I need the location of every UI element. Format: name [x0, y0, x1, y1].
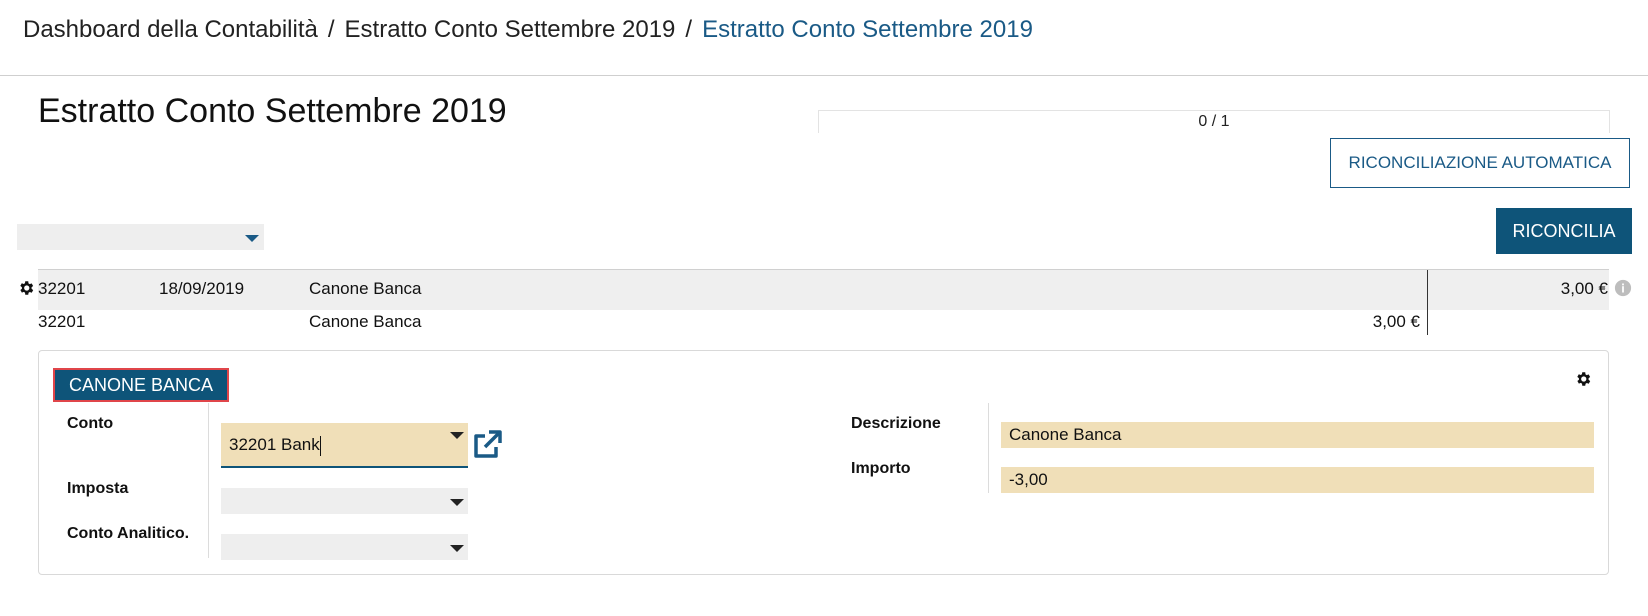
statement-account: 32201: [38, 279, 86, 298]
text-cursor: [319, 435, 321, 456]
field-divider: [208, 403, 209, 558]
imposta-label: Imposta: [67, 480, 129, 497]
panel-tag[interactable]: CANONE BANCA: [52, 368, 230, 402]
imposta-select[interactable]: [221, 488, 468, 514]
proposition-account: 32201: [38, 312, 86, 331]
proposition-amount: 3,00 €: [1372, 312, 1420, 331]
info-icon[interactable]: [1614, 279, 1632, 297]
conto-label: Conto: [67, 415, 114, 432]
external-link-icon[interactable]: [470, 428, 504, 462]
breadcrumb: Dashboard della Contabilità / Estratto C…: [23, 16, 1033, 44]
gear-icon[interactable]: [17, 279, 35, 297]
reconcile-button[interactable]: RICONCILIA: [1496, 208, 1632, 254]
conto-value: 32201 Bank: [229, 435, 320, 454]
gear-icon[interactable]: [1574, 370, 1592, 388]
caret-down-icon: [245, 235, 259, 242]
caret-down-icon: [450, 499, 464, 506]
descrizione-label: Descrizione: [851, 415, 941, 432]
conto-analitico-select[interactable]: [221, 534, 468, 560]
auto-reconcile-button[interactable]: RICONCILIAZIONE AUTOMATICA: [1330, 138, 1630, 188]
statement-date: 18/09/2019: [159, 279, 245, 298]
breadcrumb-current: Estratto Conto Settembre 2019: [702, 16, 1033, 43]
breadcrumb-separator: /: [685, 16, 693, 43]
conto-analitico-label: Conto Analitico.: [67, 525, 190, 542]
proposition-label: Canone Banca: [309, 312, 422, 331]
breadcrumb-separator: /: [327, 16, 335, 43]
field-divider: [988, 403, 989, 493]
descrizione-field[interactable]: Canone Banca: [1001, 422, 1594, 448]
filter-select[interactable]: [17, 224, 264, 250]
caret-down-icon: [450, 545, 464, 552]
page-title: Estratto Conto Settembre 2019: [38, 92, 507, 130]
breadcrumb-item-statement[interactable]: Estratto Conto Settembre 2019: [345, 16, 676, 44]
conto-field[interactable]: 32201 Bank: [221, 423, 468, 468]
statement-amount: 3,00 €: [1560, 279, 1608, 298]
statement-line[interactable]: [38, 269, 1609, 310]
header-divider: [0, 75, 1648, 76]
importo-field[interactable]: -3,00: [1001, 467, 1594, 493]
importo-label: Importo: [851, 460, 911, 477]
progress-indicator: 0 / 1: [818, 110, 1610, 133]
statement-label: Canone Banca: [309, 279, 422, 298]
caret-down-icon: [450, 432, 464, 439]
breadcrumb-item-dashboard[interactable]: Dashboard della Contabilità: [23, 16, 318, 44]
amount-column-divider: [1427, 270, 1428, 335]
